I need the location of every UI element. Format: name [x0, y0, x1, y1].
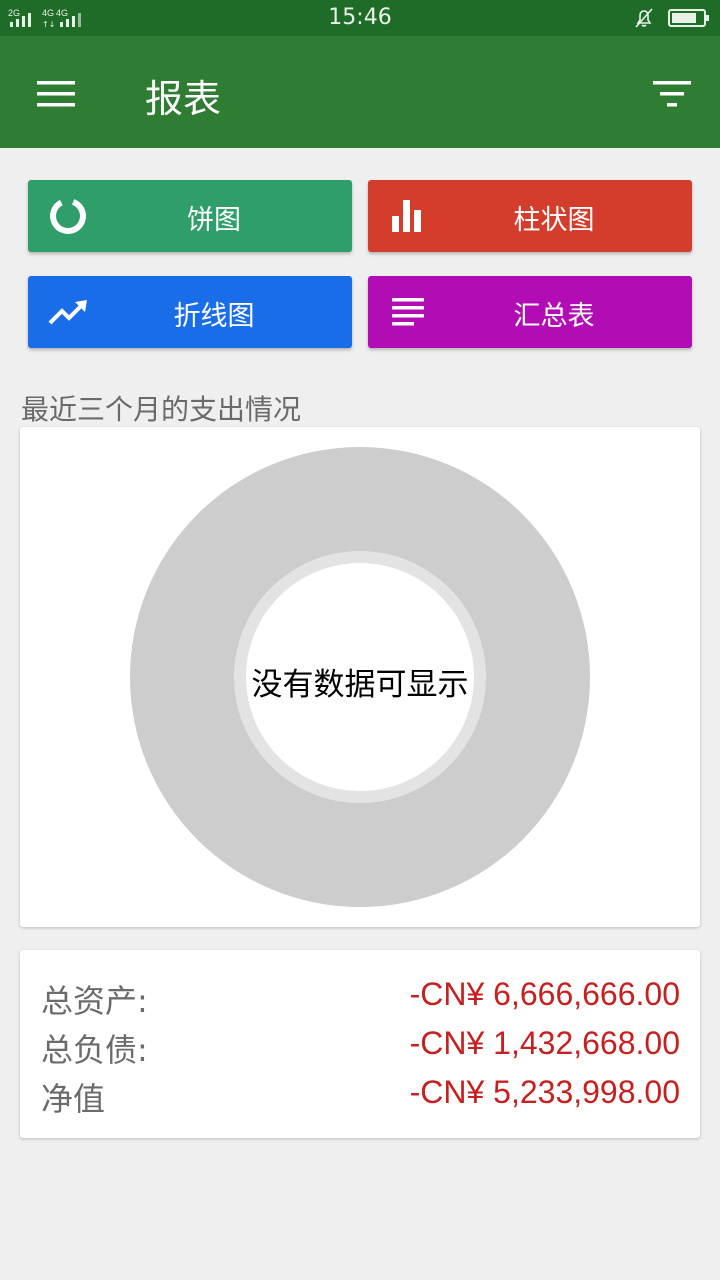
- summary-value: -CN¥ 1,432,668.00: [409, 1025, 680, 1061]
- app-bar: 报表: [0, 36, 720, 148]
- summary-row-net-worth: 净值 -CN¥ 5,233,998.00: [20, 1074, 700, 1122]
- empty-chart-message: 没有数据可显示: [251, 667, 469, 703]
- bar-chart-button-label: 柱状图: [513, 205, 595, 236]
- summary-row-total-liabilities: 总负债: -CN¥ 1,432,668.00: [20, 1025, 700, 1073]
- battery-icon: [668, 9, 709, 27]
- menu-icon[interactable]: [36, 80, 76, 108]
- summary-value: -CN¥ 6,666,666.00: [409, 976, 680, 1012]
- bar-chart-button[interactable]: 柱状图: [368, 180, 692, 252]
- chart-section-title: 最近三个月的支出情况: [21, 393, 302, 426]
- pie-chart-button-label: 饼图: [187, 205, 241, 236]
- summary-label: 净值: [41, 1080, 106, 1118]
- summary-label: 总资产:: [41, 982, 148, 1020]
- line-chart-button[interactable]: 折线图: [28, 276, 352, 348]
- summary-row-total-assets: 总资产: -CN¥ 6,666,666.00: [20, 976, 700, 1024]
- summary-table-button-label: 汇总表: [513, 301, 595, 332]
- chart-card: 没有数据可显示: [20, 427, 700, 927]
- status-bar: 2G 4G 4G ↑↓ 15:46: [0, 0, 720, 36]
- status-time: 15:46: [328, 5, 392, 30]
- page-title: 报表: [145, 77, 222, 121]
- pie-chart-button[interactable]: 饼图: [28, 180, 352, 252]
- summary-table-button[interactable]: 汇总表: [368, 276, 692, 348]
- summary-label: 总负债:: [41, 1031, 148, 1069]
- summary-card: 总资产: -CN¥ 6,666,666.00 总负债: -CN¥ 1,432,6…: [20, 950, 700, 1138]
- bell-off-icon: [635, 8, 653, 28]
- filter-icon[interactable]: [652, 80, 692, 108]
- line-chart-button-label: 折线图: [173, 301, 255, 332]
- summary-value: -CN¥ 5,233,998.00: [409, 1074, 680, 1110]
